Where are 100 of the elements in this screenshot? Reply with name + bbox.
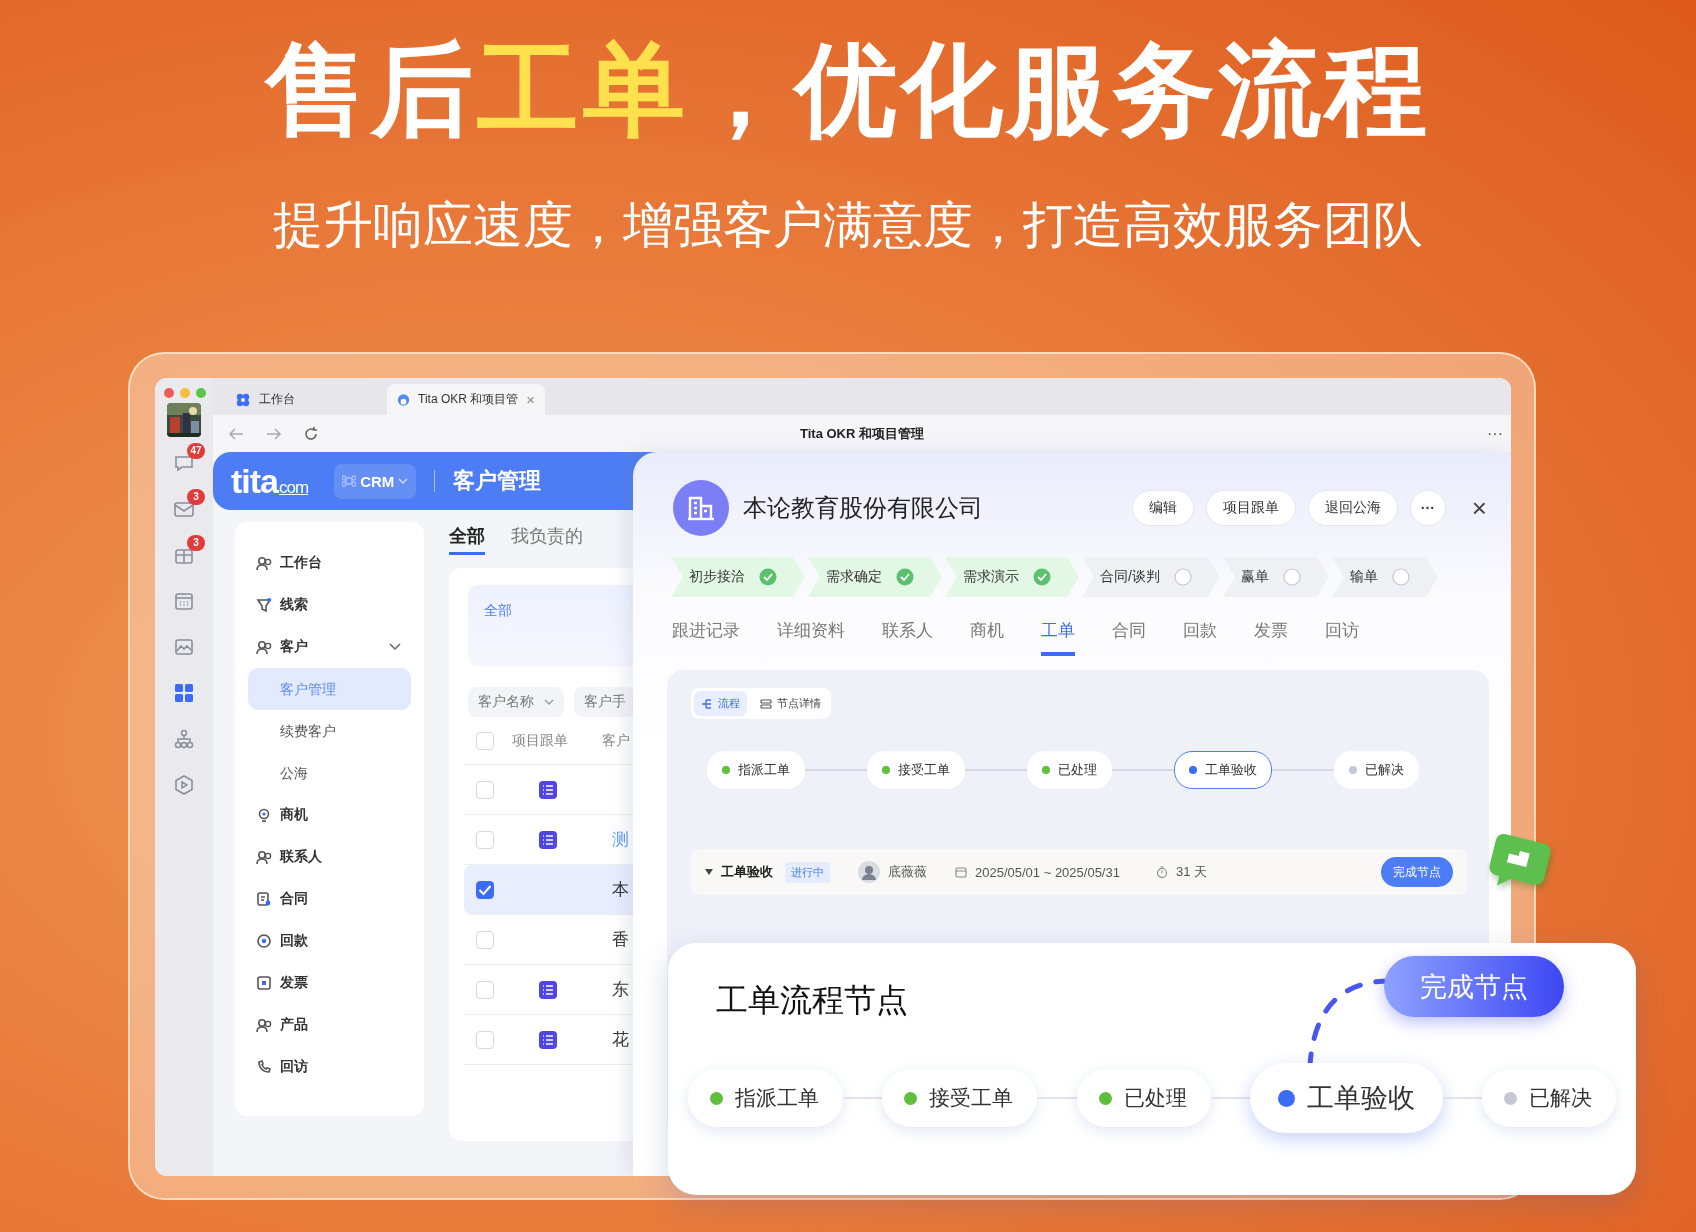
nav-item[interactable]: 联系人 <box>248 836 411 878</box>
view-tab[interactable]: 节点详情 <box>753 691 828 716</box>
people-icon <box>256 555 272 571</box>
complete-node-button[interactable]: 完成节点 <box>1384 956 1564 1017</box>
browser-tab[interactable]: 工作台 <box>225 384 383 415</box>
action-button[interactable]: 项目跟单 <box>1205 490 1296 526</box>
nav-item[interactable]: 产品 <box>248 1004 411 1046</box>
view-tab[interactable]: 流程 <box>694 691 747 716</box>
duration: 31 天 <box>1175 863 1208 881</box>
flow-node[interactable]: 接受工单 <box>882 1069 1038 1127</box>
action-button[interactable]: 编辑 <box>1131 490 1194 526</box>
command-icon <box>342 474 357 488</box>
list-doc-icon[interactable] <box>538 779 558 800</box>
bulb-icon <box>256 807 272 823</box>
flow-node[interactable]: 工单验收 <box>1174 751 1272 789</box>
more-button[interactable]: ··· <box>1487 424 1503 443</box>
callout-title: 工单流程节点 <box>716 981 908 1020</box>
browser-tab[interactable]: Tita OKR 和项目管 × <box>387 384 545 415</box>
owner-name: 底薇薇 <box>888 863 927 881</box>
funnel-icon <box>256 597 272 613</box>
flow-node[interactable]: 已解决 <box>1334 751 1419 789</box>
nav-item[interactable]: 回款 <box>248 920 411 962</box>
nav-item[interactable]: 合同 <box>248 878 411 920</box>
flow-node[interactable]: 指派工单 <box>707 751 805 789</box>
more-button[interactable]: ··· <box>1409 490 1446 526</box>
count-badge: 47 <box>187 443 205 459</box>
nav-subitem[interactable]: 续费客户 <box>248 710 411 752</box>
document-icon <box>256 891 272 907</box>
stage-step[interactable]: 需求演示 <box>945 557 1079 597</box>
detail-tab[interactable]: 商机 <box>970 613 1004 656</box>
back-icon[interactable] <box>227 426 245 441</box>
phone-icon <box>256 1059 272 1075</box>
chevron-down-icon[interactable] <box>389 643 401 651</box>
mail-tool[interactable]: 3 <box>161 489 207 529</box>
flow-node[interactable]: 指派工单 <box>688 1069 843 1127</box>
status-tag: 进行中 <box>785 861 830 883</box>
nav-item[interactable]: 客户 <box>248 626 411 668</box>
stage-step[interactable]: 初步接洽 <box>671 557 805 597</box>
flow-node[interactable]: 已处理 <box>1027 751 1112 789</box>
people-icon <box>256 1017 272 1033</box>
flow-node[interactable]: 已处理 <box>1076 1069 1211 1127</box>
filter-dropdown[interactable]: 客户名称 <box>468 687 564 717</box>
stage-step[interactable]: 输单 <box>1331 557 1438 597</box>
detail-tab[interactable]: 联系人 <box>882 613 933 656</box>
node-title: 工单验收 <box>721 863 773 881</box>
calendar-icon <box>955 866 967 878</box>
list-tab[interactable]: 全部 <box>449 523 485 555</box>
coin-icon <box>256 933 272 949</box>
customer-name: 香 <box>612 929 629 951</box>
count-badge: 3 <box>187 535 205 551</box>
flow-node[interactable]: 已解决 <box>1482 1069 1616 1127</box>
list-doc-icon[interactable] <box>538 1029 558 1050</box>
complete-node-button[interactable]: 完成节点 <box>1381 857 1453 887</box>
box-tool[interactable]: 3 <box>161 535 207 575</box>
flow-node[interactable]: 接受工单 <box>867 751 965 789</box>
detail-tab[interactable]: 合同 <box>1112 613 1146 656</box>
stage-step[interactable]: 需求确定 <box>808 557 942 597</box>
nav-item[interactable]: 工作台 <box>248 542 411 584</box>
reload-icon[interactable] <box>303 425 319 442</box>
view-card[interactable]: 全部 <box>468 585 633 667</box>
detail-tab[interactable]: 回款 <box>1183 613 1217 656</box>
detail-tab[interactable]: 工单 <box>1041 613 1075 656</box>
nav-item[interactable]: 回访 <box>248 1046 411 1088</box>
filter-dropdown[interactable]: 客户手 <box>574 687 636 717</box>
app-icon <box>397 391 410 408</box>
chat-tool[interactable]: 47 <box>161 443 207 483</box>
module-title: 客户管理 <box>453 467 542 495</box>
avatar <box>858 861 880 883</box>
chevron-down-icon <box>544 698 554 706</box>
date-range: 2025/05/01 ~ 2025/05/31 <box>975 864 1120 880</box>
close-tab-button[interactable]: × <box>526 391 535 408</box>
logo[interactable]: titacom <box>231 461 309 501</box>
nav-item[interactable]: 商机 <box>248 794 411 836</box>
nav-subitem[interactable]: 公海 <box>248 752 411 794</box>
flow-node[interactable]: 工单验收 <box>1249 1063 1443 1133</box>
stage-step[interactable]: 合同/谈判 <box>1082 557 1220 597</box>
row-checkbox[interactable] <box>476 880 494 899</box>
nav-item[interactable]: 线索 <box>248 584 411 626</box>
people-icon <box>256 639 272 655</box>
detail-tab[interactable]: 跟进记录 <box>672 613 740 656</box>
action-button[interactable]: 退回公海 <box>1307 490 1398 526</box>
headline: 售后工单，优化服务流程 <box>263 32 1432 149</box>
customer-name: 东 <box>612 979 629 1001</box>
list-tab[interactable]: 我负责的 <box>511 523 583 555</box>
clover-icon <box>235 391 251 408</box>
customer-name: 本 <box>612 879 629 901</box>
list-doc-icon[interactable] <box>538 829 558 850</box>
detail-tab[interactable]: 发票 <box>1254 613 1288 656</box>
select-all-checkbox[interactable] <box>476 731 494 750</box>
column-header: 客户 <box>602 731 630 750</box>
detail-tab[interactable]: 详细资料 <box>777 613 845 656</box>
customer-name: 花 <box>612 1029 629 1051</box>
nav-item[interactable]: 发票 <box>248 962 411 1004</box>
list-doc-icon[interactable] <box>538 979 558 1000</box>
forward-icon[interactable] <box>265 426 283 441</box>
stage-step[interactable]: 赢单 <box>1222 557 1329 597</box>
detail-tab[interactable]: 回访 <box>1325 613 1359 656</box>
building-icon <box>673 480 729 536</box>
close-button[interactable]: × <box>1471 495 1487 521</box>
caret-down-icon[interactable] <box>705 869 713 875</box>
